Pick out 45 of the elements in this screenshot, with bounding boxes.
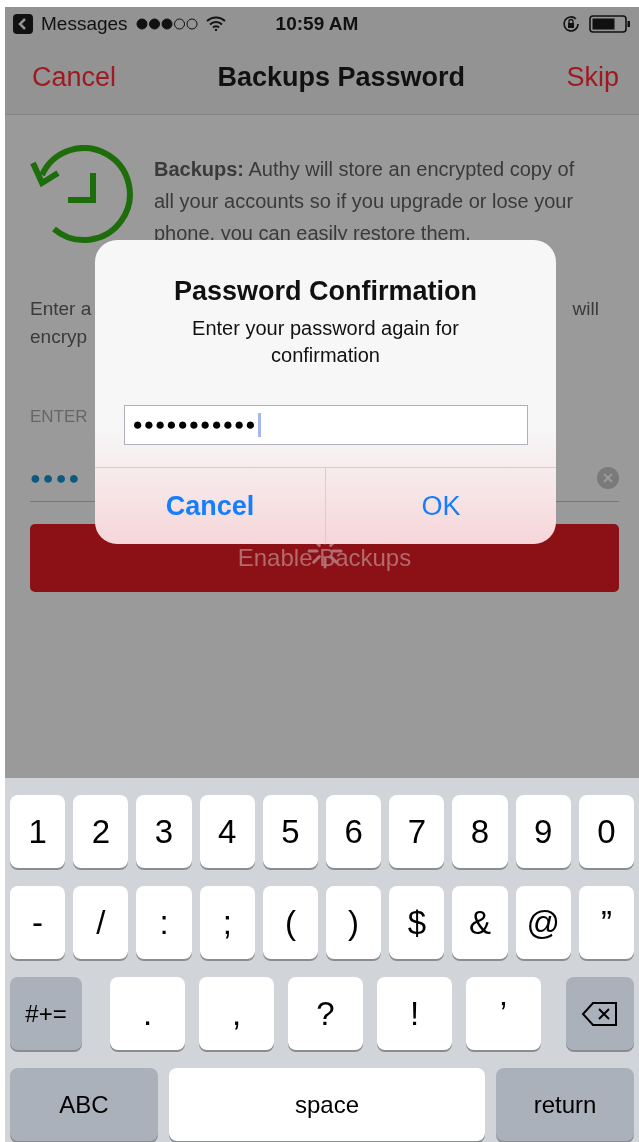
keyboard-key[interactable]: 6 [326, 795, 382, 868]
keyboard-key[interactable]: 7 [389, 795, 445, 868]
keyboard-key[interactable]: ’ [466, 977, 541, 1050]
confirm-password-field[interactable]: ●●●●●●●●●●● [123, 405, 528, 445]
back-icon[interactable] [13, 13, 33, 34]
keyboard-key[interactable]: #+= [10, 977, 82, 1050]
rotation-lock-icon [561, 13, 581, 34]
keyboard-key[interactable]: ; [199, 886, 255, 959]
keyboard-key[interactable]: ( [262, 886, 318, 959]
wifi-icon [205, 16, 226, 31]
keyboard-key[interactable]: . [110, 977, 185, 1050]
keyboard-key[interactable]: - [10, 886, 66, 959]
keyboard-key[interactable]: 3 [136, 795, 192, 868]
dialog-title: Password Confirmation [173, 276, 477, 307]
space-key[interactable]: space [169, 1068, 485, 1141]
keyboard-key[interactable]: 9 [515, 795, 571, 868]
keyboard-key[interactable]: ! [377, 977, 452, 1050]
battery-icon [589, 14, 631, 33]
keyboard-key[interactable]: / [73, 886, 129, 959]
keyboard-key[interactable]: 5 [262, 795, 318, 868]
keyboard-key[interactable]: ” [578, 886, 635, 959]
keyboard-key[interactable]: ABC [10, 1068, 158, 1141]
keyboard-key[interactable]: ) [326, 886, 382, 959]
keyboard-key[interactable]: : [136, 886, 192, 959]
keyboard-key[interactable]: ? [288, 977, 363, 1050]
hint-text: will [572, 297, 599, 321]
return-key[interactable]: return [496, 1068, 634, 1141]
keyboard-key[interactable]: 1 [10, 795, 66, 868]
dialog-message: Enter your password again for confirmation [191, 316, 460, 368]
backspace-icon [581, 1000, 619, 1027]
keyboard-key[interactable]: & [452, 886, 508, 959]
hint-text: encryp [30, 325, 89, 349]
backspace-key[interactable] [566, 977, 634, 1050]
hint-text: Enter a [30, 297, 92, 321]
back-app-label[interactable]: Messages [41, 12, 128, 35]
keyboard-key[interactable]: $ [389, 886, 445, 959]
keyboard-key[interactable]: , [199, 977, 274, 1050]
keyboard-key[interactable]: 2 [73, 795, 129, 868]
page-title: Backups Password [217, 61, 466, 93]
keyboard-key[interactable]: 4 [199, 795, 255, 868]
status-time: 10:59 AM [275, 12, 359, 35]
keyboard-key[interactable]: 8 [452, 795, 508, 868]
keyboard-key[interactable]: 0 [578, 795, 635, 868]
keyboard-key[interactable]: @ [515, 886, 571, 959]
signal-icon [135, 17, 198, 30]
